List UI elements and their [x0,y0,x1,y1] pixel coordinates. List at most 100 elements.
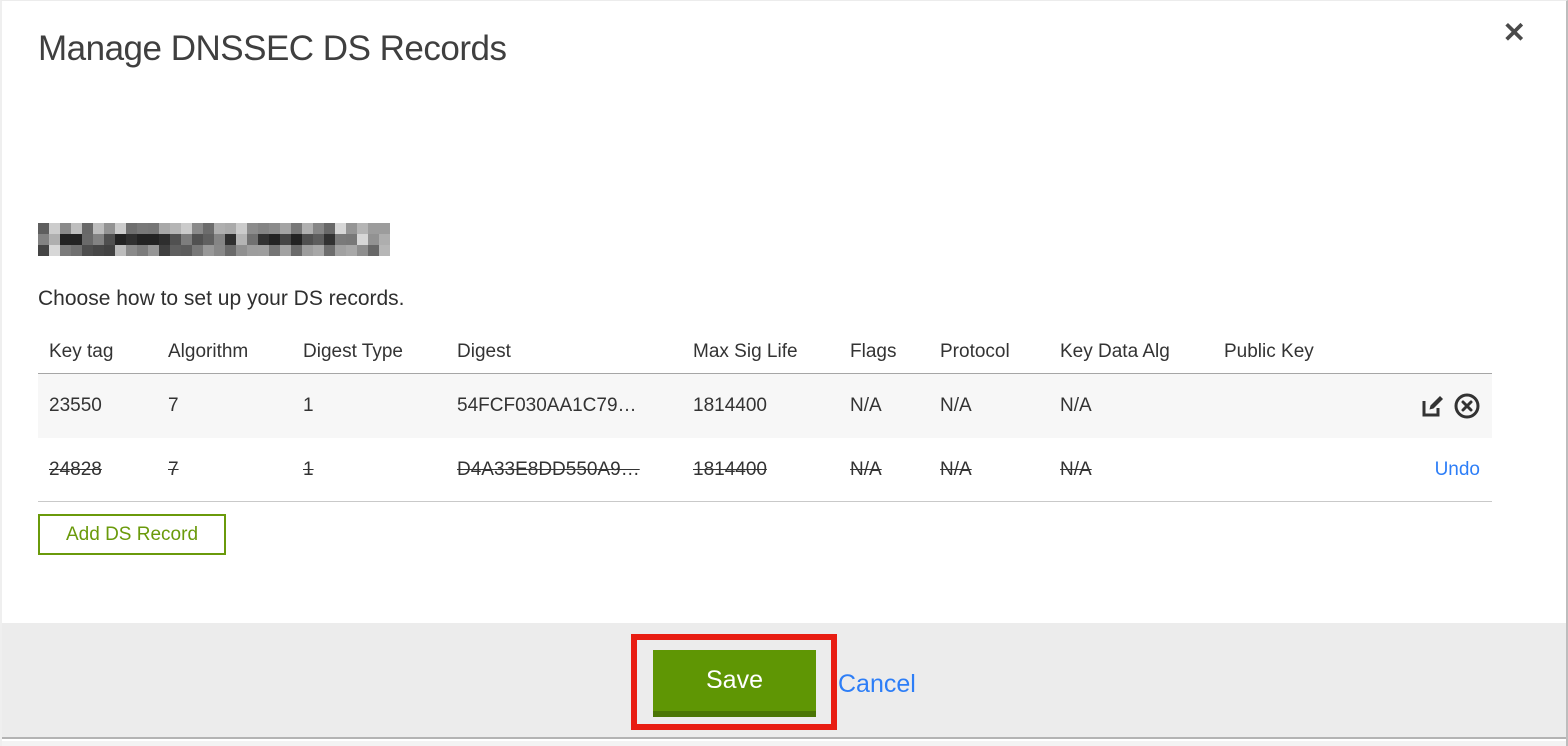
redaction-pixel [38,234,49,245]
redaction-pixel [280,223,291,234]
redaction-pixel [38,245,49,256]
redaction-pixel [313,245,324,256]
table-row: 23550 7 1 54FCF030AA1C79… 1814400 N/A N/… [38,374,1492,438]
redaction-pixel [93,223,104,234]
redaction-pixel [313,223,324,234]
redaction-pixel [335,245,346,256]
redaction-pixel [159,223,170,234]
redaction-pixel [225,245,236,256]
redaction-pixel [357,245,368,256]
redaction-pixel [192,223,203,234]
redaction-pixel [115,234,126,245]
redaction-pixel [49,223,60,234]
redaction-pixel [247,234,258,245]
cell-flags: N/A [850,395,882,416]
dnssec-dialog: Manage DNSSEC DS Records ✕ Choose how to… [0,0,1568,746]
redaction-pixel [170,245,181,256]
save-button[interactable]: Save [653,650,816,717]
redaction-pixel [148,234,159,245]
redaction-pixel [291,234,302,245]
cell-algorithm: 7 [168,458,179,480]
row-actions: Undo [1358,459,1492,481]
redaction-pixel [379,223,390,234]
redaction-pixel [170,223,181,234]
redaction-pixel [269,223,280,234]
redaction-pixel [82,223,93,234]
redaction-pixel [104,223,115,234]
table-header-row: Key tag Algorithm Digest Type Digest Max… [38,331,1492,374]
redaction-pixel [181,223,192,234]
close-icon[interactable]: ✕ [1503,19,1526,47]
redaction-pixel [93,234,104,245]
cell-protocol: N/A [940,395,972,416]
redaction-pixel [269,245,280,256]
redaction-pixel [148,245,159,256]
column-header-key-data-alg: Key Data Alg [1060,341,1170,362]
redaction-pixel [214,245,225,256]
redaction-pixel [214,234,225,245]
redaction-pixel [60,245,71,256]
redaction-pixel [71,223,82,234]
redaction-pixel [236,245,247,256]
redaction-pixel [302,234,313,245]
delete-record-button[interactable] [1452,391,1482,421]
redaction-pixel [192,245,203,256]
redaction-pixel [324,234,335,245]
redaction-pixel [181,234,192,245]
redaction-pixel [126,245,137,256]
redaction-pixel [291,223,302,234]
redaction-pixel [38,223,49,234]
redaction-pixel [313,234,324,245]
cell-key-tag: 24828 [49,458,102,480]
redaction-pixel [247,223,258,234]
cell-digest: D4A33E8DD550A9… [457,458,640,480]
redaction-pixel [126,223,137,234]
redaction-pixel [71,245,82,256]
redaction-pixel [368,223,379,234]
redaction-pixel [71,234,82,245]
ds-records-table: Key tag Algorithm Digest Type Digest Max… [38,331,1492,502]
redaction-pixel [148,223,159,234]
redaction-pixel [192,234,203,245]
table-row-deleted: 24828 7 1 D4A33E8DD550A9… 1814400 N/A N/… [38,438,1492,502]
cell-flags: N/A [850,458,882,480]
column-header-max-sig-life: Max Sig Life [693,341,798,362]
redaction-pixel [280,234,291,245]
dialog-footer: Save Cancel [2,623,1566,739]
redaction-pixel [291,245,302,256]
redaction-pixel [137,245,148,256]
delete-icon [1454,393,1480,419]
cell-max-sig-life: 1814400 [693,395,767,416]
redaction-pixel [302,223,313,234]
redaction-pixel [82,234,93,245]
cell-digest-type: 1 [303,458,314,480]
redaction-pixel [346,234,357,245]
redaction-pixel [49,245,60,256]
cancel-link[interactable]: Cancel [838,670,916,699]
redaction-pixel [126,234,137,245]
redaction-pixel [137,223,148,234]
redaction-pixel [357,223,368,234]
cell-digest: 54FCF030AA1C79… [457,395,637,416]
redaction-pixel [159,234,170,245]
redaction-pixel [258,234,269,245]
redaction-pixel [93,245,104,256]
edit-icon [1422,396,1443,417]
column-header-public-key: Public Key [1224,341,1314,362]
edit-record-button[interactable] [1418,391,1448,421]
redaction-pixel [368,245,379,256]
add-ds-record-button[interactable]: Add DS Record [38,514,227,555]
redaction-pixel [115,223,126,234]
redaction-pixel [247,245,258,256]
column-header-digest-type: Digest Type [303,341,403,362]
redaction-pixel [269,234,280,245]
cell-key-data-alg: N/A [1060,458,1092,480]
redaction-pixel [346,223,357,234]
redaction-pixel [346,245,357,256]
redaction-pixel [258,245,269,256]
column-header-flags: Flags [850,341,897,362]
column-header-digest: Digest [457,341,511,362]
redaction-pixel [324,245,335,256]
redaction-pixel [280,245,291,256]
undo-link[interactable]: Undo [1435,459,1480,481]
